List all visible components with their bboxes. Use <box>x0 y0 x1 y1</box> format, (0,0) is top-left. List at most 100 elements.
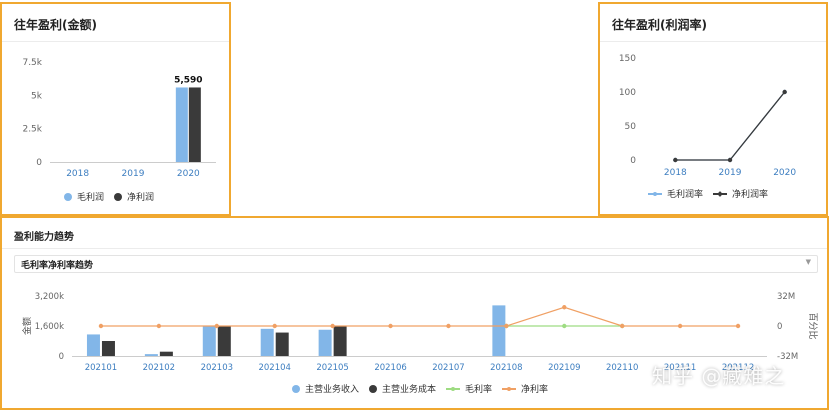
rate-legend: 毛利润率 净利润率 <box>648 187 768 200</box>
legend-item[interactable]: 净利润率 <box>713 187 768 200</box>
y-right-tick-label: 32M <box>777 292 795 302</box>
data-point <box>562 305 567 310</box>
y-tick-label: 100 <box>619 88 636 98</box>
x-tick-label: 202110 <box>606 363 638 373</box>
legend-marker-icon <box>648 190 662 198</box>
y-tick-label: 7.5k <box>22 58 42 68</box>
data-point <box>98 323 104 329</box>
y-tick-label: 3,200k <box>35 292 64 302</box>
bar-revenue <box>260 328 274 356</box>
y-tick-label: 5k <box>31 91 43 101</box>
divider <box>600 41 826 42</box>
data-point <box>156 323 162 329</box>
bar-revenue <box>202 326 216 356</box>
legend-label: 毛利润 <box>77 193 105 203</box>
legend-label: 净利润 <box>127 193 155 203</box>
bar-cost <box>217 326 231 356</box>
bar-revenue <box>86 334 100 356</box>
bar-cost <box>101 341 115 356</box>
legend-marker-icon <box>292 384 300 393</box>
data-point <box>272 323 277 329</box>
y-tick-label: 150 <box>619 54 636 64</box>
data-point <box>562 323 567 329</box>
x-tick-label: 2020 <box>177 169 200 179</box>
bar-cost <box>333 326 347 356</box>
y-right-axis-title: 百分比 <box>807 312 819 339</box>
x-tick-label: 2019 <box>719 168 742 178</box>
bar-revenue <box>144 354 158 356</box>
y-tick-label: 0 <box>59 352 64 362</box>
legend-item[interactable]: 毛利率 <box>446 382 492 395</box>
legend-item[interactable]: 净利润 <box>114 190 154 203</box>
bar-net-profit <box>188 87 201 162</box>
legend-marker-icon <box>446 385 461 393</box>
y-tick-label: 0 <box>630 156 636 166</box>
x-tick-label: 2018 <box>664 168 687 178</box>
panel-profit-rate: 往年盈利(利润率) 0 50 100 150 2018 2019 2020 毛利润率 净利润率 <box>598 2 828 216</box>
trend-type-select[interactable]: 毛利率净利率趋势 ▼ <box>14 255 818 273</box>
panel-title: 往年盈利(利润率) <box>612 18 707 32</box>
legend-item[interactable]: 主营业务成本 <box>369 382 436 395</box>
bar-revenue <box>318 329 332 356</box>
x-tick-label: 202105 <box>316 363 348 373</box>
legend-label: 主营业务成本 <box>382 385 437 395</box>
y-tick-label: 1,600k <box>35 322 64 332</box>
panel-profit-amount: 往年盈利(金额) 0 2.5k 5k 7.5k 2018 2019 2020 5,590 毛利… <box>0 2 231 216</box>
select-value: 毛利率净利率趋势 <box>21 261 94 271</box>
bar-cost <box>275 332 289 356</box>
data-point <box>782 89 787 95</box>
panel-title: 往年盈利(金额) <box>14 18 97 32</box>
amount-legend: 毛利润 净利润 <box>64 190 154 203</box>
data-point <box>446 323 451 329</box>
legend-marker-icon <box>713 190 728 198</box>
legend-item[interactable]: 净利率 <box>502 382 548 395</box>
data-point <box>735 323 741 329</box>
legend-label: 毛利润率 <box>667 190 704 200</box>
line-gross-rate <box>675 91 786 161</box>
watermark: 知乎 @藏雉之 <box>652 364 786 388</box>
amount-bar-chart: 0 2.5k 5k 7.5k 2018 2019 2020 5,590 <box>22 58 216 179</box>
data-point <box>673 157 678 163</box>
legend-label: 毛利率 <box>465 385 493 395</box>
bar-gross-profit <box>175 87 188 162</box>
x-tick-label: 202102 <box>143 363 175 373</box>
line-net-rate <box>675 91 786 161</box>
legend-label: 净利润率 <box>732 190 769 200</box>
x-tick-label: 202107 <box>432 363 464 373</box>
divider <box>2 248 827 249</box>
divider <box>2 41 229 42</box>
x-tick-label: 202106 <box>374 363 406 373</box>
legend-label: 净利率 <box>521 385 549 395</box>
legend-item[interactable]: 毛利润率 <box>648 187 703 200</box>
data-point <box>388 323 393 329</box>
panel-title: 盈利能力趋势 <box>14 232 74 243</box>
legend-item[interactable]: 毛利润 <box>64 190 104 203</box>
legend-marker-icon <box>64 192 72 201</box>
data-point <box>330 323 335 329</box>
data-point <box>504 323 509 329</box>
y-axis-title: 金额 <box>21 317 33 335</box>
x-tick-label: 2019 <box>122 169 145 179</box>
x-tick-label: 202104 <box>258 363 290 373</box>
rate-line-chart: 0 50 100 150 2018 2019 2020 <box>619 54 797 178</box>
legend-marker-icon <box>369 384 378 393</box>
bar-cost <box>159 351 173 356</box>
data-point <box>620 323 625 329</box>
legend-item[interactable]: 主营业务收入 <box>292 382 359 395</box>
x-tick-label: 202101 <box>85 363 117 373</box>
x-tick-label: 202109 <box>548 363 580 373</box>
y-tick-label: 50 <box>625 122 637 132</box>
legend-marker-icon <box>502 385 517 393</box>
x-tick-label: 2020 <box>773 168 796 178</box>
line-net-margin <box>100 306 739 327</box>
data-point <box>214 323 219 329</box>
x-tick-label: 2018 <box>66 169 89 179</box>
y-right-tick-label: 0 <box>777 322 782 332</box>
chevron-down-icon: ▼ <box>805 258 811 266</box>
data-label: 5,590 <box>174 75 202 85</box>
legend-label: 主营业务收入 <box>305 385 360 395</box>
x-tick-label: 202108 <box>490 363 522 373</box>
bar-revenue <box>492 305 506 356</box>
data-point <box>727 157 733 163</box>
y-tick-label: 0 <box>36 158 42 168</box>
